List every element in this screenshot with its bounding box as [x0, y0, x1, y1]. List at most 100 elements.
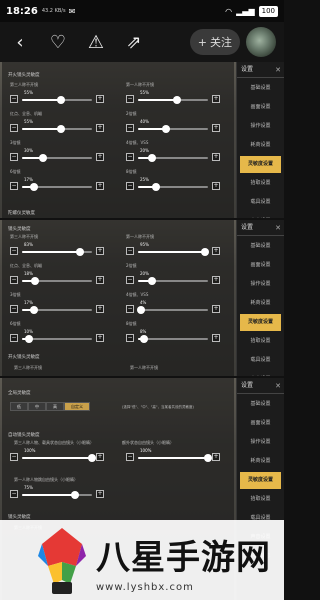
sidebar-item[interactable]: 拾取设置 [240, 491, 281, 508]
increase-button[interactable]: + [96, 124, 104, 132]
decrease-button[interactable]: − [10, 490, 18, 498]
sensitivity-slider[interactable] [22, 154, 92, 162]
sensitivity-slider[interactable] [22, 125, 92, 133]
slider-knob[interactable] [148, 154, 156, 162]
increase-button[interactable]: + [212, 153, 220, 161]
slider-knob[interactable] [71, 491, 79, 499]
sensitivity-slider[interactable] [138, 125, 208, 133]
increase-button[interactable]: + [96, 276, 104, 284]
slider-knob[interactable] [76, 248, 84, 256]
sensitivity-slider[interactable] [22, 183, 92, 191]
sensitivity-slider[interactable] [138, 183, 208, 191]
slider-knob[interactable] [31, 277, 39, 285]
increase-button[interactable]: + [212, 247, 220, 255]
sidebar-item[interactable]: 基础设置 [240, 238, 281, 255]
slider-knob[interactable] [57, 125, 65, 133]
sidebar-item[interactable]: 拾取设置 [240, 175, 281, 192]
decrease-button[interactable]: − [126, 276, 134, 284]
increase-button[interactable]: + [96, 490, 104, 498]
slider-knob[interactable] [148, 277, 156, 285]
slider-knob[interactable] [137, 306, 145, 314]
close-icon[interactable]: ✕ [275, 62, 281, 78]
sidebar-item[interactable]: 操作设置 [240, 118, 281, 135]
decrease-button[interactable]: − [126, 334, 134, 342]
slider-knob[interactable] [88, 454, 96, 462]
decrease-button[interactable]: − [10, 276, 18, 284]
sidebar-item[interactable]: 载具设置 [240, 194, 281, 211]
close-icon[interactable]: ✕ [275, 220, 281, 236]
decrease-button[interactable]: − [10, 124, 18, 132]
decrease-button[interactable]: − [10, 305, 18, 313]
sidebar-item[interactable]: 基础设置 [240, 80, 281, 97]
close-icon[interactable]: ✕ [275, 378, 281, 394]
sensitivity-slider[interactable] [22, 277, 92, 285]
preset-option[interactable]: 自定义 [64, 402, 90, 411]
sensitivity-slider[interactable] [138, 335, 208, 343]
decrease-button[interactable]: − [126, 124, 134, 132]
sidebar-item[interactable]: 耗商设置 [240, 137, 281, 154]
decrease-button[interactable]: − [126, 247, 134, 255]
sensitivity-slider[interactable] [138, 248, 209, 256]
slider-knob[interactable] [204, 454, 212, 462]
increase-button[interactable]: + [212, 182, 220, 190]
increase-button[interactable]: + [96, 453, 104, 461]
slider-knob[interactable] [30, 306, 38, 314]
sidebar-item[interactable]: 灵敏度设置 [240, 314, 281, 331]
decrease-button[interactable]: − [126, 182, 134, 190]
slider-knob[interactable] [39, 154, 47, 162]
sensitivity-slider[interactable] [138, 454, 212, 462]
share-icon[interactable]: ⇗ [122, 30, 146, 54]
increase-button[interactable]: + [96, 305, 104, 313]
increase-button[interactable]: + [96, 182, 104, 190]
warning-icon[interactable]: ⚠ [84, 30, 108, 54]
slider-knob[interactable] [25, 335, 33, 343]
sensitivity-slider[interactable] [138, 154, 208, 162]
sidebar-item[interactable]: 画面设置 [240, 415, 281, 432]
slider-knob[interactable] [57, 96, 65, 104]
sidebar-item[interactable]: 拾取设置 [240, 333, 281, 350]
slider-knob[interactable] [152, 183, 160, 191]
decrease-button[interactable]: − [10, 182, 18, 190]
sensitivity-slider[interactable] [22, 248, 92, 256]
sensitivity-slider[interactable] [22, 454, 96, 462]
decrease-button[interactable]: − [10, 95, 18, 103]
slider-knob[interactable] [140, 335, 148, 343]
sensitivity-slider[interactable] [22, 306, 92, 314]
increase-button[interactable]: + [96, 153, 104, 161]
increase-button[interactable]: + [96, 247, 104, 255]
increase-button[interactable]: + [212, 453, 220, 461]
sensitivity-slider[interactable] [138, 96, 208, 104]
sidebar-item[interactable]: 画面设置 [240, 99, 281, 116]
sensitivity-slider[interactable] [137, 306, 208, 314]
increase-button[interactable]: + [212, 276, 220, 284]
decrease-button[interactable]: − [10, 453, 18, 461]
back-icon[interactable]: ‹ [8, 30, 32, 54]
avatar[interactable] [246, 27, 276, 57]
increase-button[interactable]: + [212, 124, 220, 132]
sidebar-item[interactable]: 耗商设置 [240, 295, 281, 312]
slider-knob[interactable] [162, 125, 170, 133]
preset-option[interactable]: 高 [46, 402, 64, 411]
increase-button[interactable]: + [212, 95, 220, 103]
sidebar-item[interactable]: 操作设置 [240, 434, 281, 451]
sidebar-item[interactable]: 载具设置 [240, 352, 281, 369]
increase-button[interactable]: + [96, 334, 104, 342]
increase-button[interactable]: + [96, 95, 104, 103]
increase-button[interactable]: + [212, 334, 220, 342]
sidebar-item[interactable]: 灵敏度设置 [240, 156, 281, 173]
decrease-button[interactable]: − [126, 153, 134, 161]
preset-option[interactable]: 低 [10, 402, 28, 411]
sidebar-item[interactable]: 声音设置 [240, 371, 281, 376]
sensitivity-slider[interactable] [138, 277, 208, 285]
heart-icon[interactable]: ♡ [46, 30, 70, 54]
sidebar-item[interactable]: 声音设置 [240, 213, 281, 218]
slider-knob[interactable] [30, 183, 38, 191]
sidebar-item[interactable]: 耗商设置 [240, 453, 281, 470]
preset-option[interactable]: 中 [28, 402, 46, 411]
sidebar-item[interactable]: 基础设置 [240, 396, 281, 413]
sensitivity-slider[interactable] [22, 491, 92, 499]
decrease-button[interactable]: − [126, 305, 134, 313]
follow-button[interactable]: + 关注 [189, 29, 240, 55]
decrease-button[interactable]: − [10, 153, 18, 161]
sensitivity-slider[interactable] [22, 335, 92, 343]
